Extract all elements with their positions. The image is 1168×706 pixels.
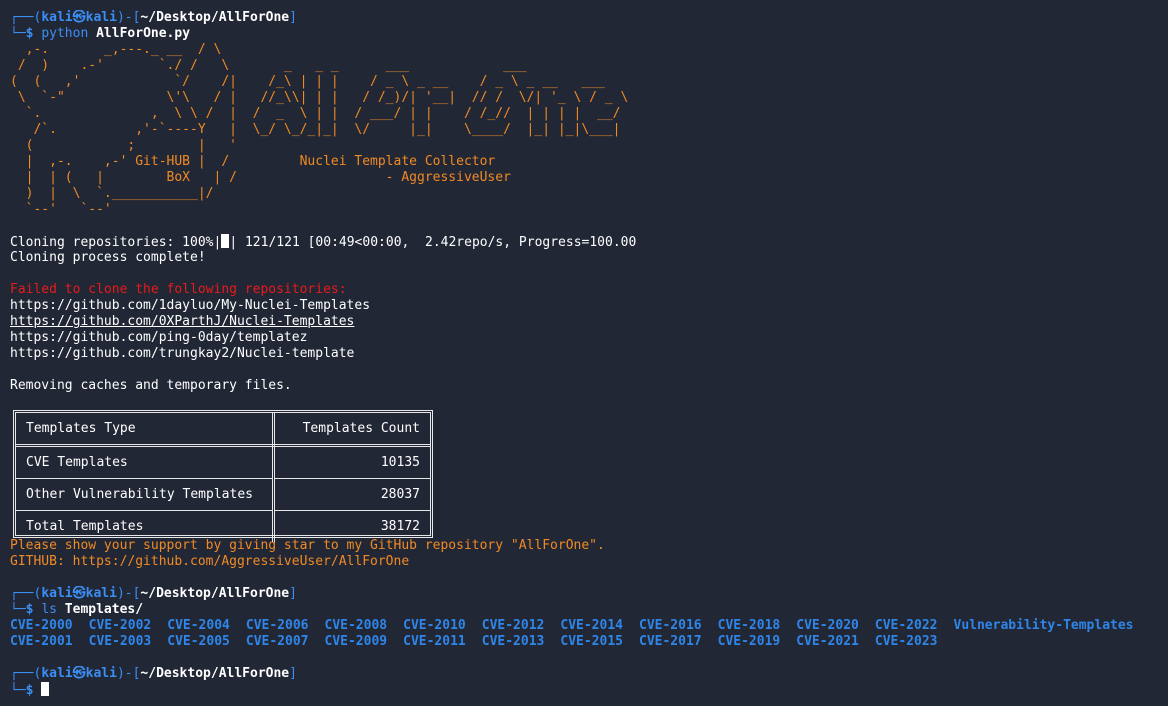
directory-entry[interactable]: CVE-2001 (10, 634, 73, 650)
failed-header: Failed to clone the following repositori… (10, 282, 347, 297)
directory-entry[interactable]: CVE-2020 (796, 618, 859, 634)
prompt-corner-bottom: └─ (10, 683, 26, 698)
prompt-close: ] (289, 10, 297, 25)
banner-line: /`. ,'-`----Y | \_/ \_/_|_| \/ |_| \____… (10, 122, 621, 137)
table-header-row: Templates Type Templates Count (16, 413, 430, 447)
prompt-line-3: ┌──(kali㉿kali)-[~/Desktop/AllForOne] (10, 666, 1162, 682)
banner-line: ) | \ `.___________|/ (10, 186, 558, 201)
ascii-banner: ,-. _,---._ __ / \ / ) .-' `./ / \ _ _ _… (10, 42, 1162, 218)
command-line-1: └─$ python AllForOne.py (10, 26, 1162, 42)
directory-entry[interactable]: CVE-2011 (403, 634, 466, 650)
progress-line: Cloning repositories: 100%| | 121/121 [00… (10, 234, 1162, 250)
command-arg: AllForOne.py (96, 26, 191, 41)
directory-entry[interactable]: CVE-2022 (875, 618, 938, 634)
directory-entry[interactable]: CVE-2019 (718, 634, 781, 650)
table-row: CVE Templates 10135 (16, 445, 430, 479)
prompt-sep: )-[ (116, 10, 141, 25)
banner-line: | ,-. ,-' Git-HUB | / Nuclei Template Co… (10, 154, 496, 169)
table-cell-count: 28037 (273, 478, 430, 511)
command-arg: Templates/ (64, 602, 144, 617)
prompt-user: kali㉿kali (41, 10, 117, 25)
prompt-line-1: ┌──(kali㉿kali)-[~/Desktop/AllForOne] (10, 10, 1162, 26)
dir-listing-row-2: CVE-2001 CVE-2003 CVE-2005 CVE-2007 CVE-… (10, 634, 1162, 650)
banner-line: / ) .-' `./ / \ _ _ _ ___ ___ (10, 58, 613, 73)
directory-entry[interactable]: CVE-2007 (246, 634, 309, 650)
table-cell-count: 10135 (273, 445, 430, 479)
removing-caches-text: Removing caches and temporary files. (10, 378, 292, 393)
directory-entry[interactable]: CVE-2010 (403, 618, 466, 634)
banner-line: ( ( ,' `/ /| /_\ | | | / _ \ _ __ / _ \ … (10, 74, 613, 89)
directory-entry[interactable]: CVE-2003 (89, 634, 152, 650)
directory-entry[interactable]: CVE-2000 (10, 618, 73, 634)
progress-stats: | 121/121 [00:49<00:00, 2.42repo/s, Prog… (229, 235, 637, 250)
prompt-close: ] (289, 666, 297, 681)
banner-line: ,-. _,---._ __ / \ (10, 42, 551, 57)
directory-entry[interactable]: CVE-2008 (325, 618, 388, 634)
banner-line: \ `-" \'\ / | //_\\| | | / /_)/| '__| //… (10, 90, 629, 105)
banner-line: ( ; | ' (10, 138, 621, 153)
failed-repo-link[interactable]: https://github.com/1dayluo/My-Nuclei-Tem… (10, 298, 1162, 314)
directory-entry[interactable]: CVE-2002 (89, 618, 152, 634)
prompt-path: ~/Desktop/AllForOne (140, 666, 290, 681)
prompt-path: ~/Desktop/AllForOne (140, 586, 290, 601)
command-line-2: └─$ ls Templates/ (10, 602, 1162, 618)
directory-entry[interactable]: CVE-2015 (560, 634, 623, 650)
prompt-sep: )-[ (116, 666, 141, 681)
directory-entry[interactable]: CVE-2023 (875, 634, 938, 650)
table-header-type: Templates Type (16, 413, 275, 447)
directory-entry[interactable]: CVE-2012 (482, 618, 545, 634)
prompt-corner: ┌──( (10, 586, 42, 601)
prompt-line-2: ┌──(kali㉿kali)-[~/Desktop/AllForOne] (10, 586, 1162, 602)
directory-entry[interactable]: CVE-2013 (482, 634, 545, 650)
prompt-corner: ┌──( (10, 10, 42, 25)
prompt-dollar: $ (25, 602, 42, 617)
failed-repo-link[interactable]: https://github.com/trungkay2/Nuclei-temp… (10, 346, 1162, 362)
clone-complete-text: Cloning process complete! (10, 250, 206, 265)
directory-entry[interactable]: CVE-2021 (796, 634, 859, 650)
directory-entry[interactable]: CVE-2014 (560, 618, 623, 634)
prompt-sep: )-[ (116, 586, 141, 601)
prompt-corner-bottom: └─ (10, 602, 26, 617)
command-line-3[interactable]: └─$ (10, 682, 1162, 698)
table-header-count: Templates Count (273, 413, 430, 447)
directory-entry[interactable]: CVE-2006 (246, 618, 309, 634)
command-name: python (41, 26, 89, 41)
prompt-corner: ┌──( (10, 666, 42, 681)
progress-label: Cloning repositories: 100%| (10, 235, 222, 250)
prompt-dollar: $ (25, 683, 42, 698)
failed-repo-link[interactable]: https://github.com/0XParthJ/Nuclei-Templ… (10, 314, 1162, 330)
templates-table: Templates Type Templates Count CVE Templ… (13, 410, 433, 542)
table-row: Total Templates 38172 (16, 510, 430, 542)
prompt-dollar: $ (25, 26, 42, 41)
github-link-text[interactable]: GITHUB: https://github.com/AggressiveUse… (10, 554, 1162, 570)
directory-entry[interactable]: Vulnerability-Templates (954, 618, 1134, 634)
banner-line: `--' `--' (10, 202, 566, 217)
directory-entry[interactable]: CVE-2018 (718, 618, 781, 634)
prompt-close: ] (289, 586, 297, 601)
directory-entry[interactable]: CVE-2016 (639, 618, 702, 634)
text-cursor (41, 682, 50, 696)
prompt-corner-bottom: └─ (10, 26, 26, 41)
banner-line: `. , \ \ / | / _ \ | | / ___/ | | / /_//… (10, 106, 621, 121)
dir-listing-row-1: CVE-2000 CVE-2002 CVE-2004 CVE-2006 CVE-… (10, 618, 1162, 634)
command-name: ls (41, 602, 57, 617)
directory-entry[interactable]: CVE-2009 (325, 634, 388, 650)
directory-entry[interactable]: CVE-2017 (639, 634, 702, 650)
table-cell-type: CVE Templates (16, 445, 275, 479)
table-cell-type: Other Vulnerability Templates (16, 478, 275, 511)
directory-entry[interactable]: CVE-2004 (167, 618, 230, 634)
failed-repo-link[interactable]: https://github.com/ping-0day/templatez (10, 330, 1162, 346)
terminal-output[interactable]: ┌──(kali㉿kali)-[~/Desktop/AllForOne] └─$… (10, 10, 1162, 698)
table-cell-type: Total Templates (16, 510, 275, 542)
prompt-path: ~/Desktop/AllForOne (140, 10, 290, 25)
table-row: Other Vulnerability Templates 28037 (16, 478, 430, 511)
prompt-user: kali㉿kali (41, 666, 117, 681)
banner-line: | | ( | BoX | / - AggressiveUser (10, 170, 511, 185)
table-cell-count: 38172 (273, 510, 430, 542)
prompt-user: kali㉿kali (41, 586, 117, 601)
directory-entry[interactable]: CVE-2005 (167, 634, 230, 650)
